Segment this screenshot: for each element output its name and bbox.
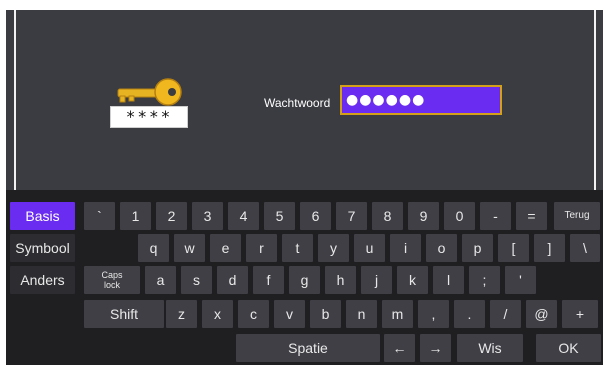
key-p[interactable]: p	[462, 234, 493, 262]
key-z[interactable]: z	[166, 300, 197, 328]
key-v[interactable]: v	[274, 300, 305, 328]
key-backslash[interactable]: \	[570, 234, 600, 262]
key-q[interactable]: q	[138, 234, 169, 262]
space-key[interactable]: Spatie	[236, 334, 380, 362]
caps-lock-key[interactable]: Caps lock	[84, 266, 140, 294]
key-4[interactable]: 4	[228, 202, 259, 230]
login-panel: **** Wachtwoord ●●●●●●	[6, 10, 603, 190]
key-right-bracket[interactable]: ]	[534, 234, 565, 262]
key-g[interactable]: g	[289, 266, 320, 294]
key-at[interactable]: @	[526, 300, 557, 328]
key-o[interactable]: o	[426, 234, 457, 262]
key-equals[interactable]: =	[516, 202, 547, 230]
shift-key[interactable]: Shift	[84, 300, 164, 328]
right-divider	[594, 10, 596, 190]
key-slash[interactable]: /	[490, 300, 521, 328]
key-h[interactable]: h	[325, 266, 356, 294]
key-minus[interactable]: -	[480, 202, 511, 230]
clear-button[interactable]: Wis	[457, 334, 523, 362]
key-u[interactable]: u	[354, 234, 385, 262]
key-7[interactable]: 7	[336, 202, 367, 230]
key-3[interactable]: 3	[192, 202, 223, 230]
key-j[interactable]: j	[361, 266, 392, 294]
key-y[interactable]: y	[318, 234, 349, 262]
key-semicolon[interactable]: ;	[469, 266, 500, 294]
key-8[interactable]: 8	[372, 202, 403, 230]
key-f[interactable]: f	[253, 266, 284, 294]
key-k[interactable]: k	[397, 266, 428, 294]
password-mask-badge: ****	[110, 106, 188, 128]
on-screen-keyboard: Basis ` 1 2 3 4 5 6 7 8 9 0 - = Terug Sy…	[6, 190, 603, 365]
key-comma[interactable]: ,	[418, 300, 449, 328]
key-n[interactable]: n	[346, 300, 377, 328]
key-b[interactable]: b	[310, 300, 341, 328]
password-field[interactable]: ●●●●●●	[340, 85, 502, 115]
key-s[interactable]: s	[181, 266, 212, 294]
key-e[interactable]: e	[210, 234, 241, 262]
key-backtick[interactable]: `	[84, 202, 115, 230]
right-arrow-key[interactable]: →	[420, 334, 451, 362]
key-2[interactable]: 2	[156, 202, 187, 230]
key-i[interactable]: i	[390, 234, 421, 262]
key-6[interactable]: 6	[300, 202, 331, 230]
back-button[interactable]: Terug	[554, 202, 600, 230]
key-left-bracket[interactable]: [	[498, 234, 529, 262]
mode-symbool-button[interactable]: Symbool	[10, 234, 75, 262]
key-m[interactable]: m	[382, 300, 413, 328]
key-c[interactable]: c	[238, 300, 269, 328]
password-label: Wachtwoord	[264, 96, 331, 110]
left-arrow-key[interactable]: ←	[384, 334, 415, 362]
key-plus[interactable]: +	[562, 300, 598, 328]
left-divider	[14, 10, 16, 190]
key-1[interactable]: 1	[120, 202, 151, 230]
mode-basis-button[interactable]: Basis	[10, 202, 75, 230]
key-5[interactable]: 5	[264, 202, 295, 230]
key-a[interactable]: a	[145, 266, 176, 294]
mode-anders-button[interactable]: Anders	[10, 266, 75, 294]
key-9[interactable]: 9	[408, 202, 439, 230]
key-t[interactable]: t	[282, 234, 313, 262]
key-d[interactable]: d	[217, 266, 248, 294]
key-apostrophe[interactable]: '	[505, 266, 536, 294]
key-0[interactable]: 0	[444, 202, 475, 230]
key-x[interactable]: x	[202, 300, 233, 328]
key-l[interactable]: l	[433, 266, 464, 294]
screen: **** Wachtwoord ●●●●●● Basis ` 1 2 3 4 5…	[6, 10, 603, 365]
key-r[interactable]: r	[246, 234, 277, 262]
ok-button[interactable]: OK	[536, 334, 601, 362]
key-w[interactable]: w	[174, 234, 205, 262]
key-period[interactable]: .	[454, 300, 485, 328]
